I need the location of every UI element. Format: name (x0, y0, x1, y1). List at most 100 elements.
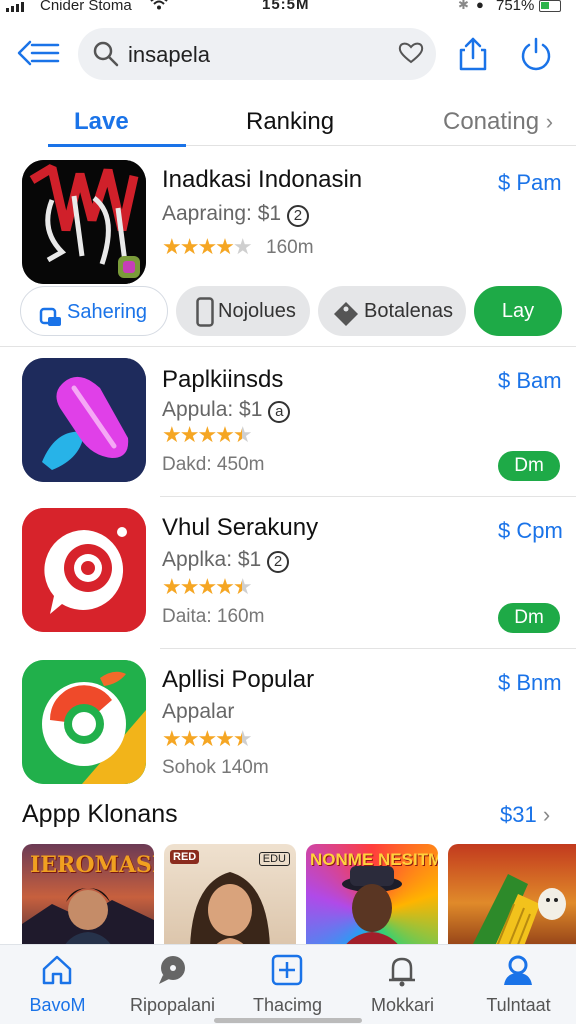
banner-ieromask[interactable]: IEROMASK (22, 844, 154, 948)
alarm-icon: ● (476, 0, 484, 12)
price-link[interactable]: $ Bam (498, 368, 562, 394)
banner-corn[interactable] (448, 844, 576, 948)
tab-lave[interactable]: Lave (74, 108, 129, 136)
nav-popular[interactable]: Ripopalani (115, 945, 230, 1024)
heart-icon[interactable] (398, 41, 424, 70)
banner-portrait[interactable]: RED EDU (164, 844, 296, 948)
info-badge: 2 (286, 205, 309, 227)
app-row[interactable]: Paplkiinsds Appula: $1 a ★★★★★ Dakd: 450… (0, 358, 576, 484)
nav-label: Ripopalani (129, 995, 216, 1015)
app-name[interactable]: Inadkasi Indonasin (162, 166, 362, 194)
search-bar[interactable]: insapela (78, 28, 436, 80)
chevron-right-icon: › (545, 109, 554, 134)
home-icon (40, 953, 74, 987)
bluetooth-icon: ✱ (458, 0, 469, 12)
bottom-nav: BavoM Ripopalani Thacimg Mokkari Tulntaa… (0, 944, 576, 1024)
chip-label: Botalenas (364, 300, 453, 322)
banner-nonme[interactable]: NONME NESITM (306, 844, 438, 948)
chip-nojolues[interactable]: Nojolues (176, 286, 310, 336)
chip-lay[interactable]: Lay (474, 286, 562, 336)
chip-label: Sahering (67, 301, 148, 323)
app-subtitle-text: Applka: $1 (162, 548, 262, 571)
star-rating: ★★★★★ (162, 726, 253, 751)
chip-sahering[interactable]: Sahering (20, 286, 168, 336)
nav-profile[interactable]: Tulntaat (461, 945, 576, 1024)
nav-label: Thacimg (252, 995, 323, 1015)
nav-label: Mokkari (370, 995, 434, 1015)
chevron-right-icon: › (542, 802, 551, 827)
app-name[interactable]: Apllisi Popular (162, 666, 314, 694)
divider (186, 145, 576, 146)
star-rating: ★★★★★ (162, 234, 253, 259)
app-subtitle-text: Aapraing: $1 (162, 202, 282, 225)
tab-conating-label: Conating (443, 108, 540, 135)
banner-tag-2: EDU (258, 852, 290, 866)
nav-label: BavoM (29, 995, 86, 1015)
app-icon-paplkiinsds[interactable] (22, 358, 146, 482)
search-input[interactable]: insapela (128, 42, 210, 68)
app-subtitle: Applka: $1 2 (162, 548, 290, 573)
price-link[interactable]: $ Cpm (498, 518, 563, 544)
app-name[interactable]: Vhul Serakuny (162, 514, 318, 542)
app-name[interactable]: Paplkiinsds (162, 366, 283, 394)
app-subtitle-text: Appula: $1 (162, 398, 263, 421)
section-more-text: $31 (500, 802, 537, 827)
battery-percent: 751% (496, 0, 535, 14)
battery-icon (539, 0, 561, 12)
star-rating: ★★★★★ (162, 422, 253, 447)
phone-icon (196, 296, 214, 346)
chip-botalenas[interactable]: Botalenas (318, 286, 466, 336)
app-icon-vhul-serakuny[interactable] (22, 508, 146, 632)
banner-tag: RED (170, 850, 200, 864)
wifi-icon (150, 0, 168, 14)
section-title: Appp Klonans (22, 800, 178, 828)
filter-chips: Sahering Nojolues Botalenas Lay (0, 286, 576, 340)
featured-app-row[interactable]: Inadkasi Indonasin Aapraing: $1 2 ★★★★★ … (0, 160, 576, 284)
share-icon[interactable] (456, 36, 490, 72)
tab-conating[interactable]: Conating › (443, 108, 553, 136)
app-icon-apllisi-popular[interactable] (22, 660, 146, 784)
info-badge: 2 (267, 551, 290, 573)
nav-label: Tulntaat (486, 995, 551, 1015)
info-badge-text: a (275, 403, 284, 420)
download-count: 160m (266, 237, 314, 258)
nav-notifications[interactable]: Mokkari (345, 945, 460, 1024)
share-screen-icon (39, 299, 63, 349)
status-bar: Cnider Stoma 15:5M ✱ ● 751% (0, 0, 576, 16)
add-box-icon (270, 953, 304, 987)
nav-home[interactable]: BavoM (0, 945, 115, 1024)
bell-icon (385, 953, 419, 987)
signal-icon (6, 2, 24, 12)
price-link[interactable]: $ Bnm (498, 670, 562, 696)
home-indicator (214, 1018, 362, 1023)
app-row[interactable]: Apllisi Popular Appalar ★★★★★ Sohok 140m… (0, 660, 576, 786)
tab-bar: Lave Ranking Conating › (0, 100, 576, 150)
chip-label: Nojolues (218, 300, 296, 322)
power-icon[interactable] (518, 36, 554, 72)
nav-tracking[interactable]: Thacimg (230, 945, 345, 1024)
clock: 15:5M (262, 0, 310, 13)
get-button[interactable]: Dm (498, 603, 560, 633)
section-more-link[interactable]: $31 › (500, 802, 550, 828)
app-icon-inadkasi[interactable] (22, 160, 146, 284)
banner-title: IEROMASK (30, 852, 154, 878)
chat-bubble-icon (155, 953, 189, 987)
download-count: Sohok 140m (162, 757, 269, 778)
app-subtitle: Aapraing: $1 2 (162, 202, 309, 227)
get-button[interactable]: Dm (498, 451, 560, 481)
download-count: Daita: 160m (162, 606, 265, 627)
star-rating: ★★★★★ (162, 574, 253, 599)
active-tab-indicator (48, 144, 186, 147)
tab-ranking[interactable]: Ranking (246, 108, 334, 136)
info-badge: a (268, 401, 291, 423)
download-count: Dakd: 450m (162, 454, 265, 475)
divider (160, 648, 576, 649)
app-subtitle: Appula: $1 a (162, 398, 291, 423)
profile-icon (501, 953, 535, 987)
tag-icon (332, 297, 360, 347)
carrier-name: Cnider Stoma (40, 0, 132, 14)
menu-back-icon[interactable] (16, 38, 62, 68)
price-link[interactable]: $ Pam (498, 170, 562, 196)
info-badge-text: 2 (293, 207, 303, 224)
app-row[interactable]: Vhul Serakuny Applka: $1 2 ★★★★★ Daita: … (0, 508, 576, 636)
